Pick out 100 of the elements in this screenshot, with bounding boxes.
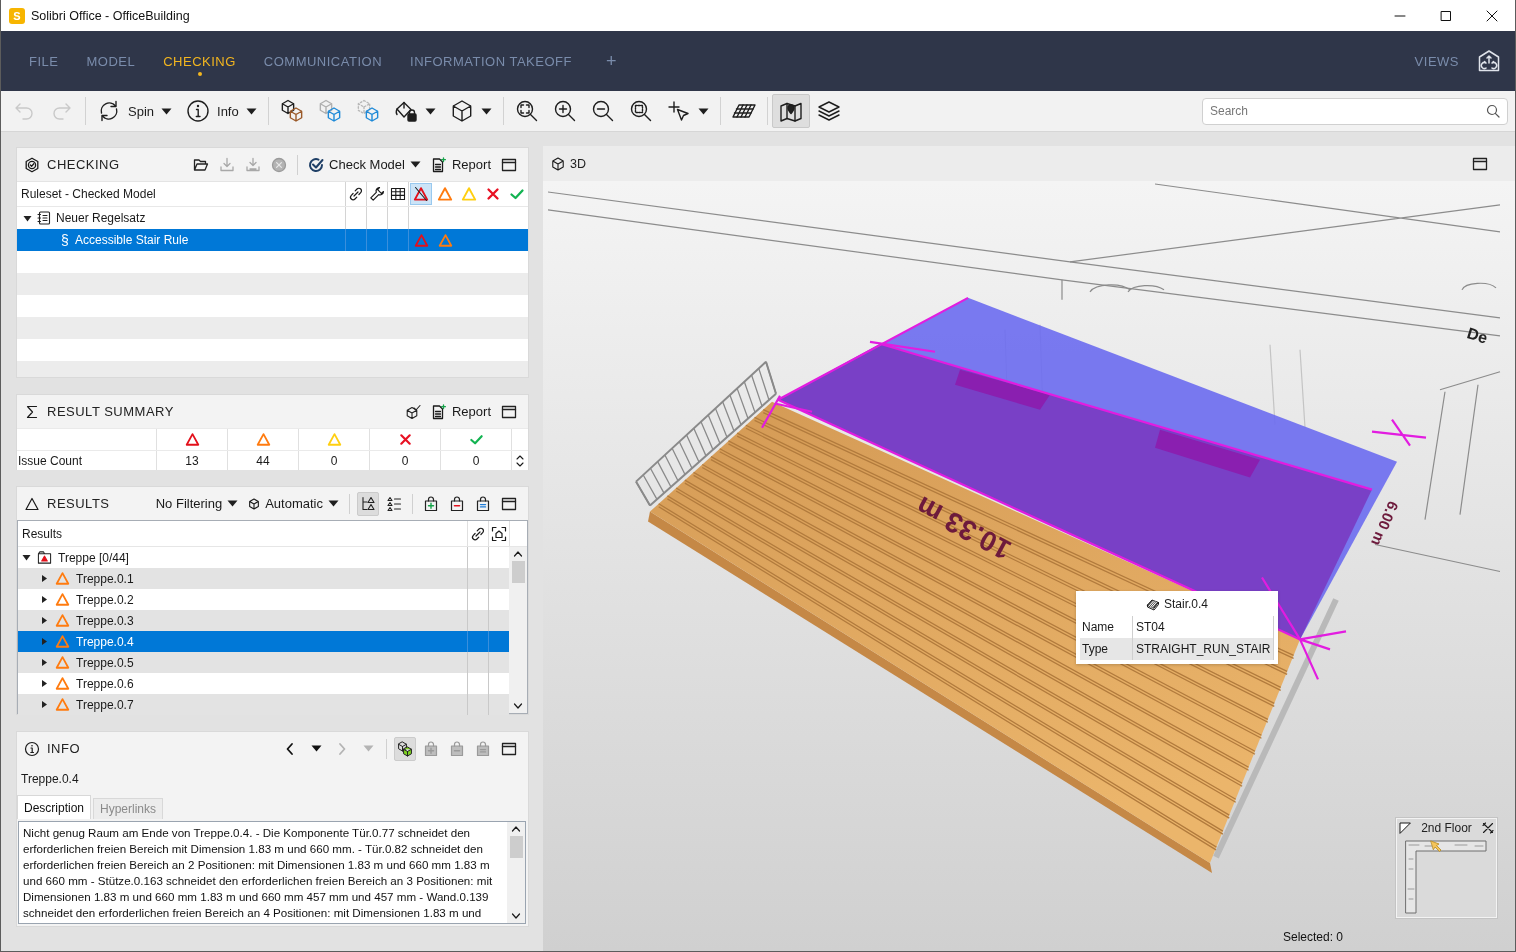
- result-row[interactable]: Treppe.0.5: [18, 652, 509, 673]
- chevron-down-icon: [513, 702, 523, 710]
- minimap[interactable]: 2nd Floor: [1396, 818, 1497, 918]
- scrollbar[interactable]: [509, 547, 527, 713]
- description-text: Nicht genug Raum am Ende von Treppe.0.4. - Die Komponente Tür.0.77 schneidet den erforderlichen freien Bereich mit Dimension 1.83 m und 660 mm. - Tür.0.82 schneidet den erforderlichen freien Bereich an 2 Positionen: mit Dimensionen 1.83 m und 660 mm 1.83 m und 660 mm - Stütze.0.163 schneidet den erforderlichen freien Bereich an 3 Positionen: mit Dimensionen 1.83 m und 660 mm 1.83 m und 660 mm 457 mm und 457 mm - Wand.0.139 schneidet den erforderlichen freien Bereich an 4 Positionen: mit Dimensionen 1.83 m und: [22, 825, 494, 921]
- count-cell: 0: [440, 451, 511, 470]
- result-label: Treppe.0.2: [76, 592, 134, 607]
- chevron-down-icon: [511, 912, 521, 920]
- maximize-icon: [501, 156, 517, 173]
- search-field[interactable]: Search: [1202, 97, 1508, 125]
- count-cell: 0: [298, 451, 369, 470]
- caret-icon: [409, 161, 421, 168]
- maximize-icon: [501, 495, 517, 512]
- bag-remove-icon: [449, 495, 465, 512]
- menu-tab[interactable]: FILE: [15, 46, 73, 76]
- column-heading: Ruleset - Checked Model: [20, 187, 157, 201]
- result-label: Treppe.0.4: [76, 634, 134, 649]
- report-button[interactable]: Report: [427, 399, 494, 424]
- maximize-icon: [501, 740, 517, 757]
- scroll-thumb[interactable]: [511, 561, 525, 583]
- caret-down-icon[interactable]: [23, 213, 32, 223]
- count-cell: 13: [156, 451, 227, 470]
- result-row[interactable]: Treppe.0.1: [18, 568, 509, 589]
- panel-title: INFO: [47, 741, 81, 756]
- caret-right-icon[interactable]: [40, 595, 49, 604]
- result-row[interactable]: Treppe.0.4: [18, 631, 509, 652]
- frame-house-icon: [491, 525, 507, 542]
- panel-title: CHECKING: [47, 157, 120, 172]
- zoom-out-icon: [590, 99, 615, 123]
- result-row[interactable]: Treppe.0.7: [18, 694, 509, 715]
- section-symbol: §: [61, 232, 70, 248]
- info-icon: [24, 740, 40, 757]
- map-button[interactable]: [771, 94, 810, 128]
- caret-right-icon[interactable]: [40, 679, 49, 688]
- caret-icon: [161, 107, 173, 115]
- bag-equal-icon: [475, 495, 491, 512]
- cancel-icon: [271, 156, 288, 173]
- sigma-icon: [24, 403, 40, 420]
- info-button[interactable]: Info: [179, 94, 264, 128]
- menu-tab[interactable]: INFORMATION TAKEOFF: [396, 46, 586, 76]
- mode-dropdown[interactable]: Automatic: [245, 491, 342, 516]
- active-dot-icon: [197, 72, 202, 76]
- selection-status: Selected: 0: [1283, 930, 1344, 944]
- cube-check-icon: [404, 403, 421, 420]
- view-title: 3D: [570, 156, 586, 171]
- cubes-icon: [317, 99, 342, 123]
- menu-tab[interactable]: MODEL: [72, 46, 150, 76]
- chevron-up-icon: [513, 550, 523, 558]
- result-label: Treppe.0.6: [76, 676, 134, 691]
- folder-icon: [193, 156, 210, 173]
- caret-right-icon[interactable]: [40, 700, 49, 709]
- window-title: Solibri Office - OfficeBuilding: [31, 8, 190, 23]
- scrollbar[interactable]: [507, 822, 525, 923]
- layers-icon: [816, 99, 841, 123]
- spin-button[interactable]: Spin: [90, 94, 180, 128]
- result-label: Treppe.0.1: [76, 571, 134, 586]
- folder-warning-icon: [37, 550, 52, 565]
- zoom-area-icon: [628, 99, 653, 123]
- result-label: Treppe.0.3: [76, 613, 134, 628]
- caret-icon: [424, 107, 436, 115]
- add-tab-button[interactable]: +: [595, 50, 627, 72]
- info-icon: [186, 99, 211, 123]
- report-button[interactable]: Report: [427, 152, 494, 177]
- panel-title: RESULTS: [47, 496, 110, 511]
- check-circle-icon: [308, 156, 325, 173]
- maximize-icon: [501, 403, 517, 420]
- tree-label: Accessible Stair Rule: [75, 233, 189, 247]
- menu-tab[interactable]: CHECKING: [149, 46, 250, 76]
- corner-icon: [1399, 822, 1411, 834]
- panel-title: RESULT SUMMARY: [47, 404, 174, 419]
- caret-right-icon[interactable]: [40, 616, 49, 625]
- list-view-icon: [386, 495, 402, 512]
- sign-text: De: [1465, 324, 1490, 347]
- filter-dropdown[interactable]: No Filtering: [152, 491, 242, 516]
- book-icon: [37, 211, 51, 225]
- scroll-thumb[interactable]: [509, 836, 523, 858]
- menu-tab[interactable]: COMMUNICATION: [249, 46, 397, 76]
- triangle-icon: [24, 495, 40, 512]
- cube-icon: [551, 156, 565, 171]
- check-model-button[interactable]: Check Model: [305, 152, 424, 177]
- caret-right-icon[interactable]: [40, 574, 49, 583]
- tree-row[interactable]: § Accessible Stair Rule: [17, 229, 528, 251]
- cubes-icon: [355, 99, 380, 123]
- caret-down-icon[interactable]: [22, 553, 31, 562]
- result-row[interactable]: Treppe.0.3: [18, 610, 509, 631]
- position-marker-icon: [1429, 839, 1443, 853]
- tree-view-button[interactable]: [357, 491, 379, 516]
- window-maximize-icon: [1440, 9, 1452, 22]
- report-icon: [430, 156, 447, 173]
- caret-icon: [328, 500, 339, 507]
- subject-title: Treppe.0.4: [20, 771, 80, 788]
- caret-right-icon[interactable]: [40, 658, 49, 667]
- cube-icon: [248, 497, 261, 510]
- bag-add-icon: [423, 495, 439, 512]
- cubes-icon: [279, 99, 304, 123]
- info-tab[interactable]: Description: [17, 795, 92, 819]
- tree-label: Neuer Regelsatz: [56, 211, 146, 225]
- views-button[interactable]: [1477, 49, 1501, 73]
- close-icon[interactable]: [1482, 822, 1494, 834]
- chevron-up-icon: [511, 825, 521, 833]
